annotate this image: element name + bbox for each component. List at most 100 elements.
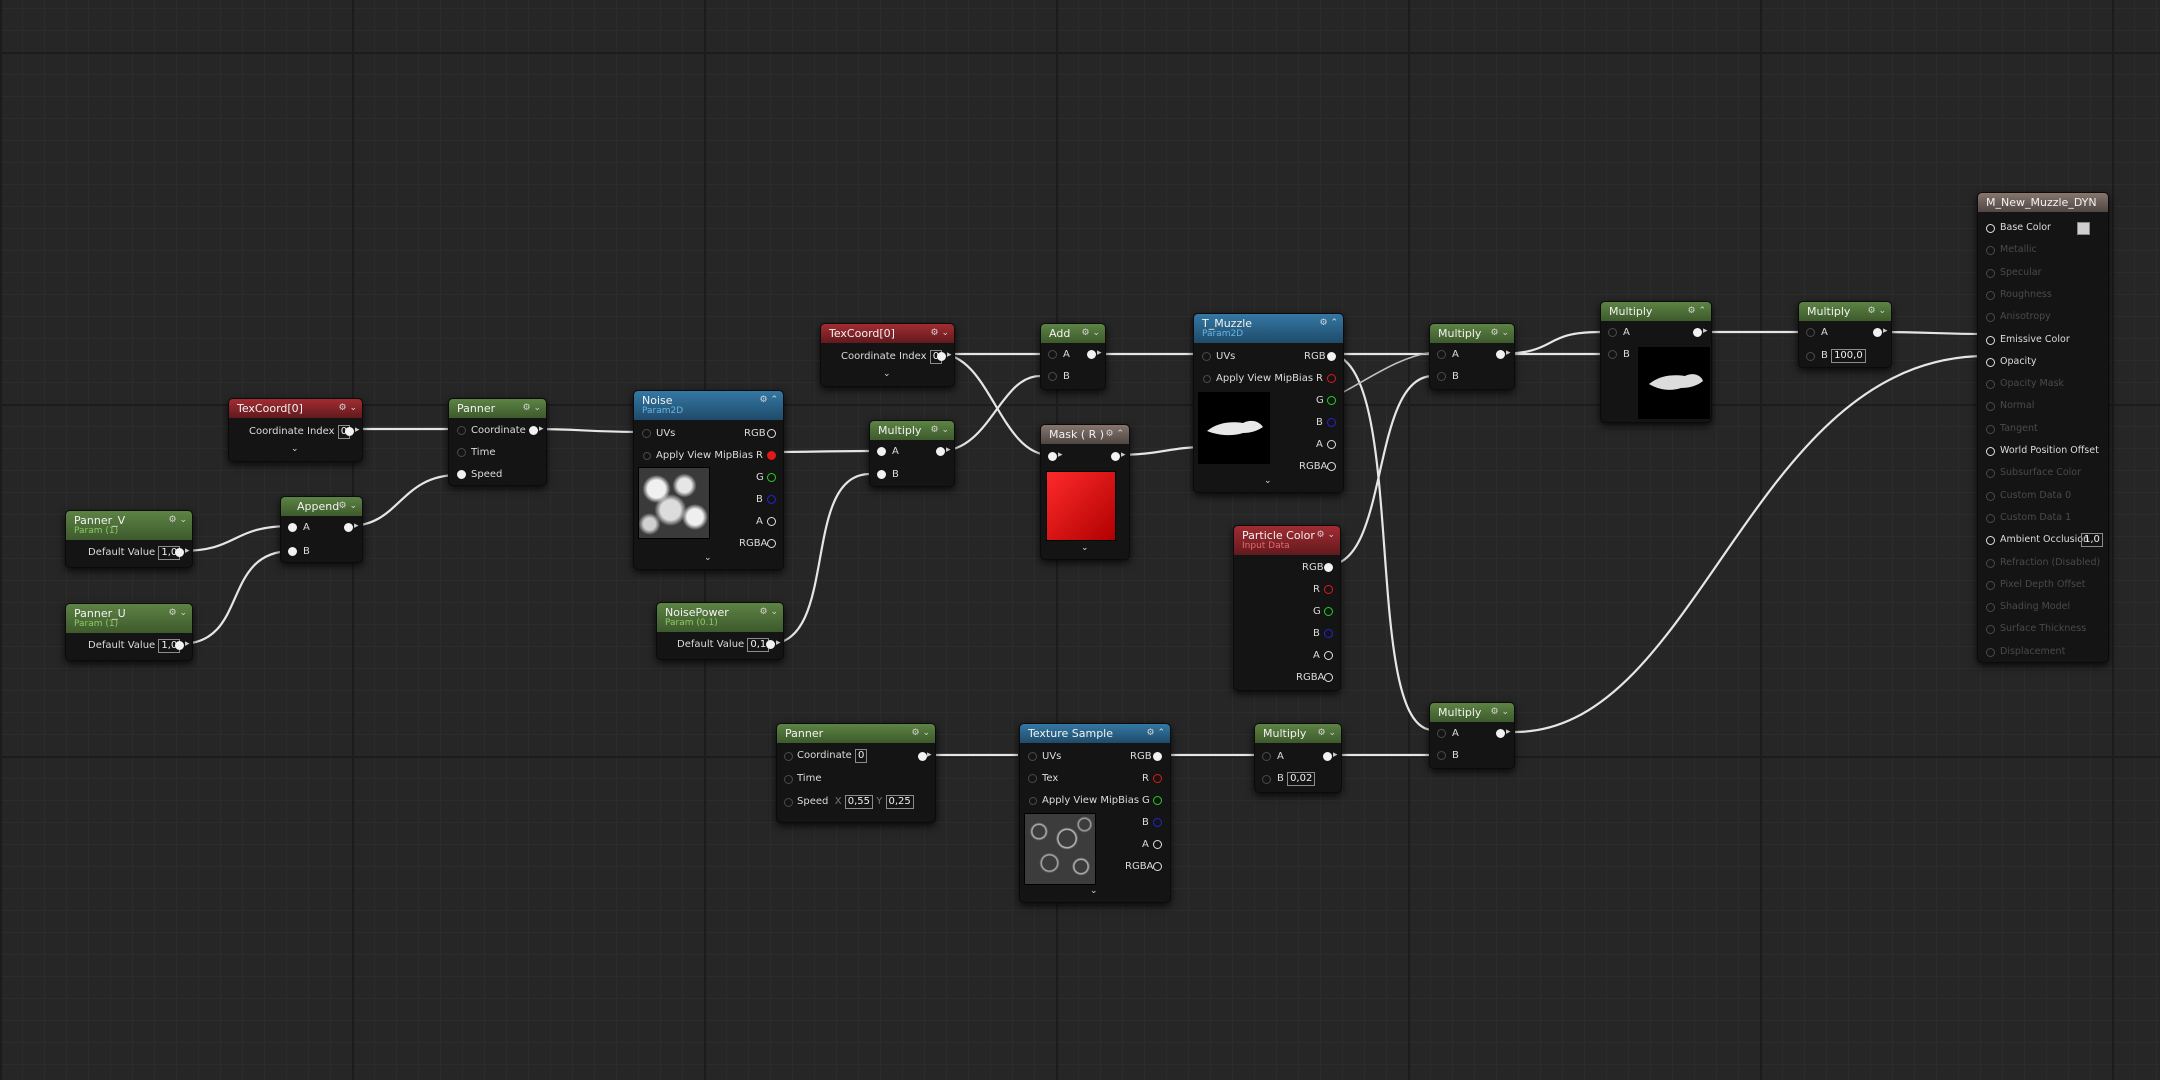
node-header-buttons[interactable]: ⚙ ⌃ (760, 391, 778, 410)
rgba-pin[interactable] (767, 539, 776, 548)
r-pin[interactable] (1327, 374, 1336, 383)
input-pin-b[interactable] (1262, 775, 1271, 784)
material-input-row[interactable]: Roughness (1978, 288, 2106, 302)
material-input-pin[interactable] (1986, 246, 1995, 256)
material-input-row[interactable]: Base Color (1978, 221, 2106, 235)
material-input-row[interactable]: Specular (1978, 266, 2106, 280)
node-header-buttons[interactable]: ⚙ ⌄ (1868, 302, 1886, 321)
input-pin[interactable] (1048, 452, 1057, 461)
input-pin-b[interactable] (877, 470, 886, 479)
speed-x-field[interactable]: 0,55 (844, 795, 874, 809)
material-input-row[interactable]: Normal (1978, 399, 2106, 413)
rgba-pin[interactable] (1324, 673, 1333, 682)
node-header-buttons[interactable]: ⚙ ⌃ (1688, 302, 1706, 321)
material-input-pin[interactable] (1986, 402, 1995, 412)
output-pin[interactable] (1496, 729, 1505, 738)
input-pin-b[interactable] (1608, 350, 1617, 359)
g-pin[interactable] (767, 473, 776, 482)
rgba-pin[interactable] (1327, 462, 1336, 471)
b-pin[interactable] (1153, 818, 1162, 827)
node-header-buttons[interactable]: ⚙ ⌄ (1491, 324, 1509, 343)
rgb-pin[interactable] (1324, 563, 1333, 572)
texture-sample-node[interactable]: Texture Sample ⚙ ⌃ UVs Tex Apply View Mip… (1019, 723, 1171, 903)
a-pin[interactable] (1153, 840, 1162, 849)
g-pin[interactable] (1153, 796, 1162, 805)
texcoord-node[interactable]: TexCoord[0] ⚙ ⌄ Coordinate Index 0 ▸ ⌄ (228, 398, 363, 462)
node-header-buttons[interactable]: ⚙ ⌄ (931, 324, 949, 343)
speed-pin[interactable] (784, 798, 793, 807)
collapse-chevron-icon[interactable]: ⌄ (1264, 476, 1272, 486)
multiply-node[interactable]: Multiply ⚙ ⌄ A B 100,0 ▸ (1798, 301, 1892, 368)
mask-r-node[interactable]: Mask ( R ) ⚙ ⌃ ▸ ▸ ⌄ (1040, 424, 1130, 560)
material-input-pin[interactable] (1986, 313, 1995, 323)
material-input-pin[interactable] (1986, 290, 1995, 300)
input-pin-a[interactable] (1437, 350, 1446, 359)
material-input-pin[interactable] (1986, 268, 1995, 278)
rgb-pin[interactable] (767, 429, 776, 438)
multiply-node[interactable]: Multiply ⚙ ⌄ A B ▸ (1429, 323, 1515, 390)
material-input-row[interactable]: Refraction (Disabled) (1978, 556, 2106, 570)
panner-node[interactable]: Panner ⚙ ⌄ Coordinate Time Speed ▸ (448, 398, 547, 486)
input-pin-a[interactable] (877, 447, 886, 456)
collapse-chevron-icon[interactable]: ⌄ (704, 553, 712, 563)
input-pin-a[interactable] (1608, 328, 1617, 337)
noise-texture-param-node[interactable]: Noise Param2D ⚙ ⌃ UVs Apply View MipBias R… (633, 390, 784, 570)
material-input-row[interactable]: Subsurface Color (1978, 466, 2106, 480)
r-pin[interactable] (1324, 585, 1333, 594)
input-pin-b[interactable] (288, 547, 297, 556)
material-input-pin[interactable] (1986, 424, 1995, 434)
material-input-pin[interactable] (1986, 224, 1995, 233)
g-pin[interactable] (1324, 607, 1333, 616)
material-input-pin[interactable] (1986, 513, 1995, 523)
material-input-row[interactable]: Opacity (1978, 355, 2106, 369)
node-header-buttons[interactable]: ⚙ ⌄ (912, 724, 930, 743)
b-pin[interactable] (1324, 629, 1333, 638)
expand-chevron-icon[interactable]: ⌄ (291, 444, 299, 454)
node-header-buttons[interactable]: ⚙ ⌃ (1320, 314, 1338, 333)
material-input-pin[interactable] (1986, 603, 1995, 613)
output-pin[interactable] (937, 352, 946, 361)
uvs-pin[interactable] (1028, 752, 1037, 761)
time-pin[interactable] (457, 448, 466, 457)
material-result-node[interactable]: M_New_Muzzle_DYN Base Color Metallic Specu… (1977, 192, 2109, 663)
node-header-buttons[interactable]: ⚙ ⌄ (339, 399, 357, 418)
node-header-buttons[interactable]: ⚙ ⌄ (339, 497, 357, 516)
node-header-buttons[interactable]: ⚙ ⌃ (1106, 425, 1124, 444)
b-pin[interactable] (767, 495, 776, 504)
material-input-row[interactable]: Custom Data 1 (1978, 511, 2106, 525)
output-pin[interactable] (936, 447, 945, 456)
multiply-node[interactable]: Multiply ⚙ ⌄ A B ▸ (869, 420, 955, 487)
material-input-row[interactable]: Surface Thickness (1978, 622, 2106, 636)
a-pin[interactable] (1324, 651, 1333, 660)
input-pin-a[interactable] (288, 523, 297, 532)
material-input-pin[interactable] (1986, 447, 1995, 456)
texcoord-node[interactable]: TexCoord[0] ⚙ ⌄ Coordinate Index 0 ▸ ⌄ (820, 323, 955, 387)
output-pin[interactable] (1496, 350, 1505, 359)
rgba-pin[interactable] (1153, 862, 1162, 871)
output-pin[interactable] (1323, 752, 1332, 761)
rgb-pin[interactable] (1327, 352, 1336, 361)
material-input-row[interactable]: Pixel Depth Offset (1978, 578, 2106, 592)
node-header-buttons[interactable]: ⚙ ⌄ (1491, 703, 1509, 722)
panner-u-param-node[interactable]: Panner_U Param (1) ⚙ ⌄ Default Value 1,0 ▸ (65, 603, 193, 661)
add-node[interactable]: Add ⚙ ⌄ A B ▸ (1040, 323, 1106, 390)
append-node[interactable]: Append ⚙ ⌄ A B ▸ (280, 496, 363, 563)
time-pin[interactable] (784, 775, 793, 784)
material-input-pin[interactable] (1986, 491, 1995, 501)
base-color-swatch[interactable] (2077, 222, 2090, 235)
output-pin[interactable] (345, 427, 354, 436)
input-pin-a[interactable] (1806, 328, 1815, 337)
node-header-buttons[interactable]: ⚙ ⌄ (1318, 724, 1336, 743)
material-input-pin[interactable] (1986, 536, 1995, 546)
ambient-occlusion-value-field[interactable]: 1,0 (2081, 533, 2103, 548)
node-header-buttons[interactable]: ⚙ ⌄ (931, 421, 949, 440)
mipbias-checkbox[interactable] (1029, 797, 1037, 805)
coordinate-pin[interactable] (784, 752, 793, 761)
b-value-field[interactable]: 0,02 (1287, 772, 1316, 786)
input-pin-b[interactable] (1437, 372, 1446, 381)
tex-pin[interactable] (1028, 774, 1037, 783)
speed-y-field[interactable]: 0,25 (885, 795, 914, 809)
output-pin[interactable] (1693, 328, 1702, 337)
expand-chevron-icon[interactable]: ⌄ (883, 369, 891, 379)
panner-v-param-node[interactable]: Panner_V Param (1) ⚙ ⌄ Default Value 1,0 ▸ (65, 510, 193, 568)
